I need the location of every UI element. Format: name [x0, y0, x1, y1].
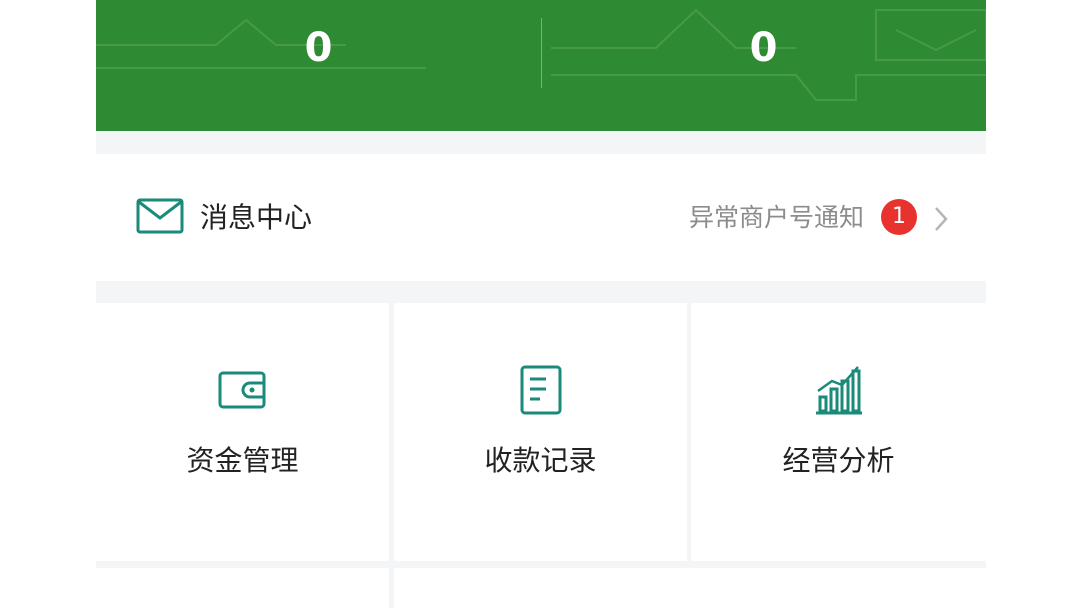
stat-value-left: 0 — [304, 25, 333, 71]
receipt-icon — [520, 365, 561, 415]
grid-item-business-analysis[interactable]: 经营分析 — [691, 303, 986, 561]
message-center-row[interactable]: 消息中心 异常商户号通知 1 — [96, 154, 986, 281]
message-center-title: 消息中心 — [200, 201, 313, 234]
stat-value-right: 0 — [749, 25, 778, 71]
grid-item-fund-management[interactable]: 资金管理 — [96, 303, 389, 561]
grid-item-label: 资金管理 — [186, 444, 299, 477]
grid-item-partial[interactable] — [394, 568, 986, 608]
app-screen: 0 0 消息中心 异常商户号通知 1 资金管理 收款记录 经营分析 — [96, 0, 986, 608]
grid-item-label: 经营分析 — [782, 444, 895, 477]
grid-item-partial[interactable] — [96, 568, 389, 608]
grid-item-label: 收款记录 — [484, 444, 597, 477]
unread-badge: 1 — [881, 199, 917, 235]
wallet-icon — [218, 371, 265, 409]
function-grid: 资金管理 收款记录 经营分析 — [96, 303, 986, 608]
stats-header: 0 0 — [96, 0, 986, 131]
bar-chart-icon — [815, 366, 862, 415]
envelope-icon — [136, 198, 184, 234]
grid-item-payment-records[interactable]: 收款记录 — [394, 303, 687, 561]
abnormal-merchant-notice: 异常商户号通知 — [688, 203, 864, 232]
chevron-right-icon — [935, 207, 948, 231]
